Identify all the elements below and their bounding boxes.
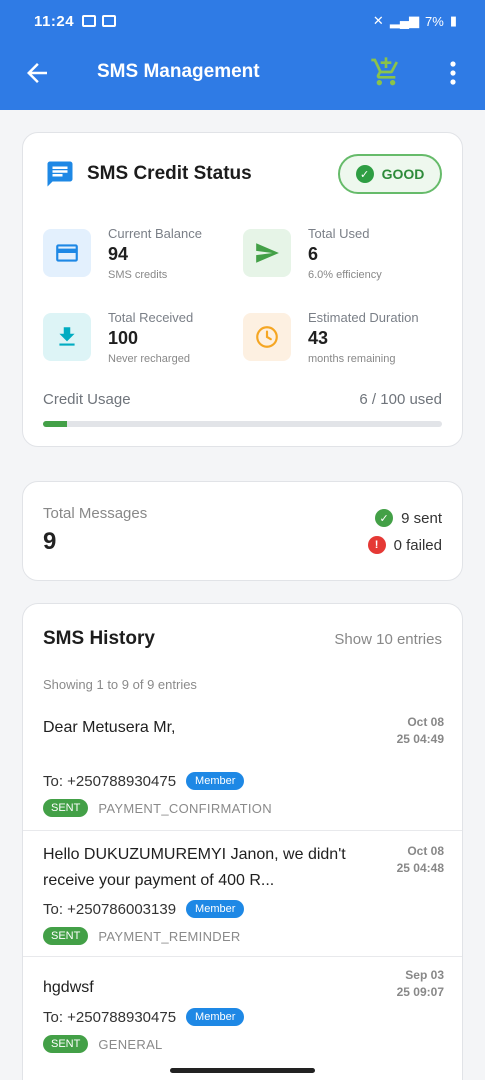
status-row: SENT PAYMENT_CONFIRMATION	[43, 799, 272, 817]
role-badge: Member	[186, 1008, 245, 1026]
message-type: PAYMENT_REMINDER	[98, 928, 241, 944]
message-type: PAYMENT_CONFIRMATION	[98, 800, 272, 816]
message-date-time: 25 04:49	[396, 732, 444, 746]
credit-usage-fill	[43, 421, 67, 427]
clock-icon	[243, 313, 291, 361]
history-title: SMS History	[43, 628, 155, 649]
recipient: To: +250788930475	[43, 1008, 177, 1026]
message-date-day: Oct 08	[407, 715, 444, 729]
recipient-row: To: +250788930475 Member	[43, 772, 245, 790]
status-time: 11:24	[34, 12, 75, 30]
error-icon: !	[367, 536, 386, 554]
stat-value: 94	[108, 244, 129, 264]
sms-history-card: SMS History Show 10 entries Showing 1 to…	[22, 603, 463, 1080]
history-row[interactable]: Dear Metusera Mr, Oct 08 25 04:49 To: +2…	[23, 702, 462, 830]
stat-value: 6	[308, 244, 319, 264]
add-to-cart-icon[interactable]	[370, 56, 402, 88]
show-entries-select[interactable]: Show 10 entries	[334, 631, 442, 648]
message-date: Oct 08 25 04:48	[397, 843, 444, 877]
message-date-day: Oct 08	[407, 844, 444, 858]
stat-sub: Never recharged	[108, 353, 190, 365]
stat-label: Current Balance	[108, 226, 202, 241]
message-date-day: Sep 03	[405, 968, 444, 982]
total-messages-label: Total Messages	[43, 505, 148, 522]
notification-icon	[102, 15, 117, 27]
sms-credit-card: SMS Credit Status ✓ GOOD Current Balance…	[22, 132, 463, 447]
mute-icon: ✕	[372, 13, 384, 28]
sent-badge: SENT	[43, 799, 89, 817]
sent-badge: SENT	[43, 927, 89, 945]
status-row: SENT PAYMENT_REMINDER	[43, 927, 241, 945]
stat-current-balance: Current Balance 94 SMS credits	[43, 226, 243, 291]
recipient: To: +250788930475	[43, 772, 177, 790]
credit-card-icon	[43, 229, 91, 277]
message-date: Oct 08 25 04:49	[397, 714, 444, 748]
sent-count-label: 9 sent	[401, 509, 442, 527]
stat-estimated-duration: Estimated Duration 43 months remaining	[243, 310, 443, 375]
history-row[interactable]: hgdwsf Sep 03 25 09:07 To: +250788930475…	[23, 956, 462, 1080]
battery-icon: ▮	[449, 13, 457, 28]
message-date-time: 25 09:07	[396, 985, 444, 999]
status-badge-label: GOOD	[381, 166, 425, 182]
check-circle-icon: ✓	[375, 509, 394, 527]
failed-count: ! 0 failed	[367, 536, 442, 554]
stat-sub: months remaining	[308, 353, 396, 365]
message-date: Sep 03 25 09:07	[397, 967, 444, 1001]
page-title: SMS Management	[97, 61, 260, 82]
total-messages-value: 9	[43, 528, 57, 555]
send-icon	[243, 229, 291, 277]
stat-sub: SMS credits	[108, 269, 168, 281]
download-icon	[43, 313, 91, 361]
sent-badge: SENT	[43, 1035, 89, 1053]
check-icon: ✓	[355, 165, 374, 183]
stat-value: 43	[308, 328, 329, 348]
recipient-row: To: +250786003139 Member	[43, 900, 245, 918]
credit-usage-label: Credit Usage	[43, 391, 131, 408]
total-messages-card: Total Messages 9 ✓ 9 sent ! 0 failed	[22, 481, 463, 581]
message-text: Dear Metusera Mr,	[43, 719, 176, 736]
recipient-row: To: +250788930475 Member	[43, 1008, 245, 1026]
message-icon	[47, 161, 73, 187]
more-options-icon[interactable]	[441, 58, 465, 88]
status-row: SENT GENERAL	[43, 1035, 163, 1053]
role-badge: Member	[186, 900, 245, 918]
message-text: hgdwsf	[43, 979, 94, 996]
toolbar: SMS Management	[0, 48, 485, 98]
message-date-time: 25 04:48	[396, 861, 444, 875]
history-row[interactable]: Hello DUKUZUMUREMYI Janon, we didn't rec…	[23, 830, 462, 956]
back-arrow-icon[interactable]	[22, 58, 52, 88]
sent-count: ✓ 9 sent	[375, 509, 442, 527]
app-bar: 11:24 ✕ ▂▄▆ 7% ▮ SMS Management	[0, 0, 485, 110]
credit-usage-value: 6 / 100 used	[359, 391, 442, 408]
stat-total-used: Total Used 6 6.0% efficiency	[243, 226, 443, 291]
stat-label: Estimated Duration	[308, 310, 419, 325]
entries-info: Showing 1 to 9 of 9 entries	[43, 677, 197, 692]
message-text: Hello DUKUZUMUREMYI Janon, we didn't rec…	[43, 846, 346, 889]
stat-sub: 6.0% efficiency	[308, 269, 382, 281]
stat-total-received: Total Received 100 Never recharged	[43, 310, 243, 375]
signal-icon: ▂▄▆	[389, 13, 420, 28]
battery-level: 7%	[425, 13, 444, 29]
credit-usage-bar	[43, 421, 442, 427]
status-bar: 11:24 ✕ ▂▄▆ 7% ▮	[0, 0, 485, 42]
home-indicator[interactable]	[170, 1068, 315, 1073]
credit-title: SMS Credit Status	[87, 163, 252, 184]
recipient: To: +250786003139	[43, 900, 177, 918]
failed-count-label: 0 failed	[393, 536, 442, 554]
stat-label: Total Received	[108, 310, 194, 325]
role-badge: Member	[186, 772, 245, 790]
gallery-icon	[82, 15, 97, 27]
message-type: GENERAL	[98, 1036, 163, 1052]
stat-value: 100	[108, 328, 139, 348]
stat-label: Total Used	[308, 226, 370, 241]
status-badge: ✓ GOOD	[338, 154, 442, 194]
